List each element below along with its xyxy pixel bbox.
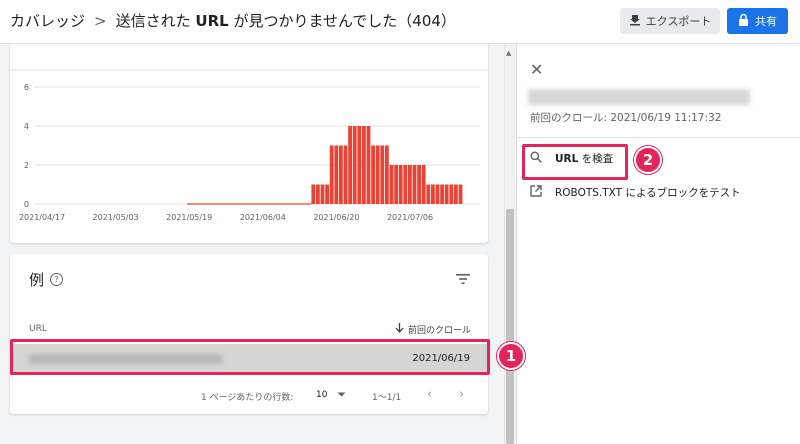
chart-card: 0 2 4 6 2021/04/17 2021/05/03 2021/05/19 2021/0… (10, 44, 488, 243)
arrow-down-icon (395, 323, 404, 336)
chart-bar (334, 145, 339, 204)
y-tick-label: 4 (24, 122, 29, 131)
chart-bar (458, 184, 463, 204)
error-chart: 0 2 4 6 2021/04/17 2021/05/03 2021/05/19 2021/0… (10, 69, 488, 222)
highlight-row (10, 339, 490, 375)
chart-bar (421, 165, 426, 204)
highlight-inspect-url (522, 144, 628, 180)
chart-bar (357, 126, 362, 204)
x-tick-label: 2021/05/03 (93, 213, 139, 222)
x-tick-label: 2021/05/19 (166, 213, 212, 222)
y-tick-label: 0 (24, 200, 29, 209)
chart-bar (389, 165, 394, 204)
chart-bar (412, 165, 417, 204)
lock-icon (738, 13, 749, 29)
chart-bar (408, 165, 412, 204)
column-header-last-crawl[interactable]: 前回のクロール (395, 323, 471, 336)
breadcrumb-separator: > (94, 12, 107, 30)
chart-bar (329, 145, 334, 204)
chart-bar (398, 165, 403, 204)
share-label: 共有 (755, 15, 777, 28)
y-tick-label: 6 (24, 83, 29, 92)
chart-bar (435, 184, 440, 204)
breadcrumb-coverage[interactable]: カバレッジ (10, 12, 85, 30)
next-page-icon[interactable]: › (459, 387, 464, 402)
chart-bar (311, 184, 316, 204)
chart-bar (343, 145, 348, 204)
last-crawl-header-label: 前回のクロール (407, 326, 471, 336)
examples-heading: 例 (29, 271, 45, 289)
top-bar: カバレッジ > 送信された URL が見つかりませんでした（404） エクスポート … (0, 0, 800, 44)
robots-test-label: ROBOTS.TXT によるブロックをテスト (555, 187, 741, 199)
chart-bar (444, 184, 449, 204)
chart-bar (426, 184, 431, 204)
download-icon (629, 14, 641, 29)
chart-bar (431, 184, 435, 204)
export-button[interactable]: エクスポート (620, 8, 720, 34)
chart-bar (375, 145, 380, 204)
export-label: エクスポート (645, 15, 712, 28)
main-content: 0 2 4 6 2021/04/17 2021/05/03 2021/05/19 2021/0… (0, 44, 515, 444)
chart-bar (440, 184, 444, 204)
x-tick-label: 2021/06/20 (313, 213, 359, 222)
chart-bar (394, 165, 398, 204)
breadcrumb: カバレッジ > 送信された URL が見つかりませんでした（404） (10, 10, 456, 31)
chart-bar (352, 126, 357, 204)
page-title: 送信された URL が見つかりませんでした（404） (115, 12, 456, 30)
x-tick-label: 2021/06/04 (240, 213, 286, 222)
chart-bar (380, 145, 385, 204)
examples-card: 例 ? URL 前回のクロール 2021/06/19 1 ページあたりの行数: … (10, 254, 488, 414)
step-badge-2: 2 (634, 146, 662, 174)
prev-page-icon[interactable]: ‹ (427, 387, 432, 402)
chart-bar (449, 184, 454, 204)
chart-bar (417, 165, 421, 204)
column-header-url[interactable]: URL (29, 324, 47, 334)
chart-bar (371, 145, 375, 204)
last-crawl-text: 前回のクロール: 2021/06/19 11:17:32 (530, 112, 722, 124)
robots-test-action[interactable]: ROBOTS.TXT によるブロックをテスト (530, 185, 741, 200)
x-tick-label: 2021/07/06 (387, 213, 433, 222)
dropdown-caret-icon[interactable] (337, 389, 346, 402)
rows-per-page-label: 1 ページあたりの行数: (201, 393, 294, 403)
scrollbar-thumb[interactable] (506, 209, 514, 444)
chart-bar (320, 184, 325, 204)
x-tick-label: 2021/04/17 (19, 213, 65, 222)
chart-bar (325, 184, 329, 204)
open-in-new-icon (530, 185, 542, 200)
redacted-url (528, 89, 750, 105)
chart-bar (403, 165, 408, 204)
chart-bar (316, 184, 320, 204)
step-badge-1: 1 (497, 342, 525, 370)
filter-icon[interactable] (456, 270, 470, 289)
chart-bar (366, 126, 371, 204)
y-tick-label: 2 (24, 161, 29, 170)
chart-bar (454, 184, 458, 204)
help-icon[interactable]: ? (50, 273, 64, 286)
share-button[interactable]: 共有 (727, 8, 788, 34)
examples-title: 例 ? (29, 269, 64, 290)
pagination: 1 ページあたりの行数: 10 1〜1/1 ‹ › (10, 386, 488, 406)
url-details-panel: ✕ 前回のクロール: 2021/06/19 11:17:32 URL を検査 R… (516, 44, 800, 444)
chart-bar (339, 145, 343, 204)
page-range: 1〜1/1 (372, 393, 402, 403)
close-icon[interactable]: ✕ (530, 60, 543, 79)
chart-bar (385, 145, 389, 204)
scroll-up-icon[interactable]: ▲ (506, 49, 511, 57)
divider (517, 137, 800, 138)
chart-bar (348, 126, 352, 204)
rows-per-page-select[interactable]: 10 (316, 390, 327, 400)
chart-bar (362, 126, 366, 204)
